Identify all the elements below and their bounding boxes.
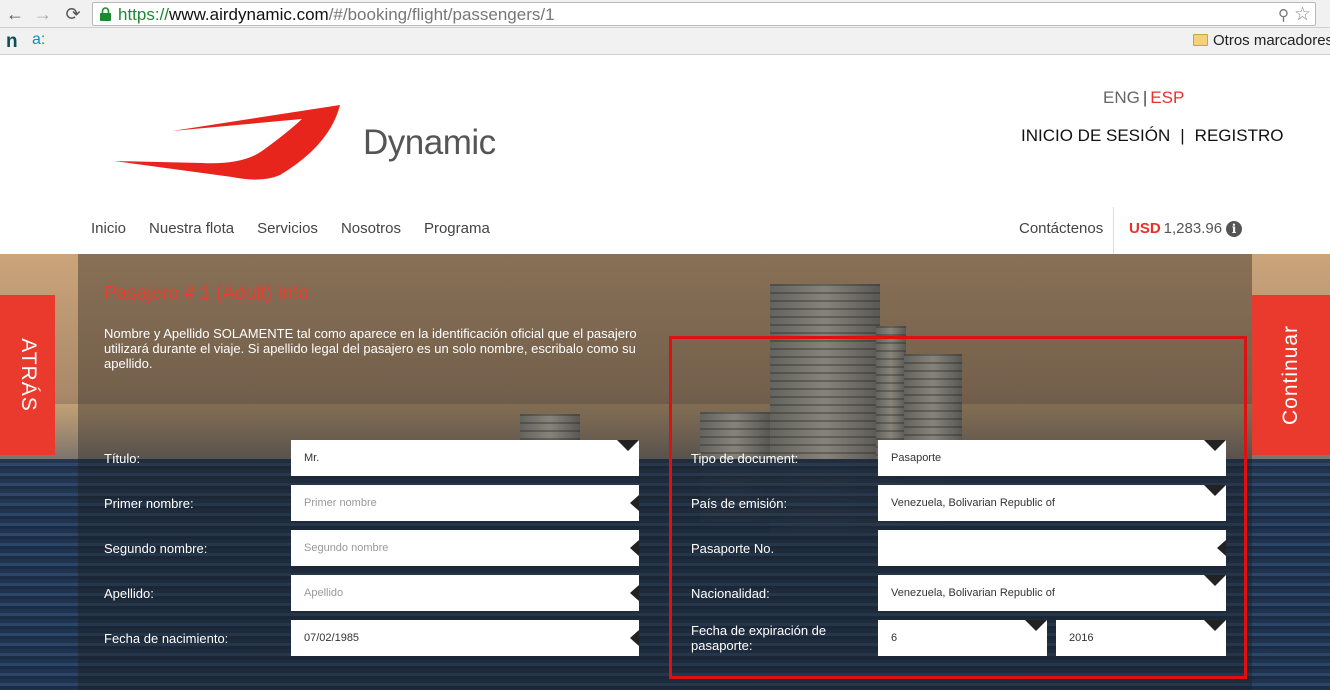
back-button[interactable]: ATRÁS — [0, 295, 55, 455]
zoom-icon[interactable]: ⚲ — [1278, 6, 1289, 24]
lang-separator: | — [1142, 88, 1148, 107]
info-icon[interactable]: i — [1226, 221, 1242, 237]
bookmarks-bar: n a: Otros marcadores — [0, 28, 1330, 55]
reload-icon[interactable]: ⟳ — [62, 3, 84, 25]
nav-nuestra-flota[interactable]: Nuestra flota — [149, 220, 234, 237]
nav-divider — [1113, 207, 1114, 254]
url-text[interactable]: https://www.airdynamic.com/#/booking/fli… — [118, 5, 555, 25]
cart-amount: 1,283.96 — [1163, 220, 1223, 237]
folder-icon — [1193, 34, 1208, 46]
birthdate-label: Fecha de nacimiento: — [104, 631, 229, 646]
title-label: Título: — [104, 451, 141, 466]
bookmark-star-icon[interactable]: ☆ — [1294, 3, 1311, 26]
continue-button[interactable]: Continuar — [1252, 295, 1330, 455]
middle-name-input[interactable]: Segundo nombre — [291, 530, 639, 566]
main-nav: Inicio Nuestra flota Servicios Nosotros Prog… — [91, 220, 513, 237]
address-bar[interactable]: https://www.airdynamic.com/#/booking/fli… — [92, 2, 1316, 26]
url-scheme: https:// — [118, 5, 170, 24]
bookmark-a[interactable]: a: — [32, 31, 45, 49]
login-link[interactable]: INICIO DE SESIÓN — [1021, 126, 1170, 145]
field-pointer-icon — [630, 540, 639, 556]
middle-name-placeholder: Segundo nombre — [304, 542, 389, 554]
last-name-label: Apellido: — [104, 586, 154, 601]
lang-es-link[interactable]: ESP — [1150, 88, 1184, 107]
nav-inicio[interactable]: Inicio — [91, 220, 126, 237]
nav-programa[interactable]: Programa — [424, 220, 490, 237]
passenger-title: Pasajero # 1 (Adult) Info — [104, 283, 309, 304]
contact-link[interactable]: Contáctenos — [1019, 220, 1103, 237]
field-pointer-icon — [630, 495, 639, 511]
account-links: INICIO DE SESIÓN | REGISTRO — [1021, 126, 1283, 146]
url-path: /#/booking/flight/passengers/1 — [328, 5, 555, 24]
back-arrow-icon[interactable]: ← — [4, 3, 26, 25]
last-name-placeholder: Apellido — [304, 587, 344, 599]
cart-total[interactable]: USD 1,283.96 — [1129, 220, 1222, 237]
lock-icon — [100, 7, 111, 21]
title-value: Mr. — [304, 452, 320, 464]
nav-servicios[interactable]: Servicios — [257, 220, 318, 237]
register-link[interactable]: REGISTRO — [1195, 126, 1284, 145]
other-bookmarks-label: Otros marcadores — [1213, 32, 1330, 49]
dropdown-arrow-icon — [617, 440, 639, 451]
url-host: www.airdynamic.com — [169, 5, 329, 24]
other-bookmarks-folder[interactable]: Otros marcadores — [1193, 32, 1330, 52]
continue-label: Continuar — [1279, 324, 1302, 426]
nav-nosotros[interactable]: Nosotros — [341, 220, 401, 237]
logo-swoosh-icon[interactable] — [112, 103, 342, 181]
last-name-input[interactable]: Apellido — [291, 575, 639, 611]
brand-name[interactable]: Dynamic — [363, 123, 496, 163]
passenger-instructions: Nombre y Apellido SOLAMENTE tal como apa… — [104, 326, 637, 371]
field-pointer-icon — [630, 585, 639, 601]
first-name-label: Primer nombre: — [104, 496, 194, 511]
account-separator: | — [1180, 126, 1185, 145]
first-name-placeholder: Primer nombre — [304, 497, 377, 509]
field-pointer-icon — [630, 630, 639, 646]
bookmark-n[interactable]: n — [6, 31, 18, 53]
back-label: ATRÁS — [16, 338, 40, 412]
cart-currency: USD — [1129, 220, 1161, 237]
first-name-input[interactable]: Primer nombre — [291, 485, 639, 521]
browser-toolbar: ← → ⟳ https://www.airdynamic.com/#/booki… — [0, 0, 1330, 28]
lang-en-link[interactable]: ENG — [1103, 88, 1140, 107]
site-header: Dynamic ENG | ESP INICIO DE SESIÓN | REGISTR… — [0, 55, 1330, 254]
forward-arrow-icon[interactable]: → — [32, 3, 54, 25]
birthdate-value: 07/02/1985 — [304, 632, 360, 644]
language-switcher: ENG | ESP — [1103, 88, 1184, 108]
middle-name-label: Segundo nombre: — [104, 541, 208, 556]
title-select[interactable]: Mr. — [291, 440, 639, 476]
highlight-box — [669, 336, 1247, 679]
birthdate-input[interactable]: 07/02/1985 — [291, 620, 639, 656]
